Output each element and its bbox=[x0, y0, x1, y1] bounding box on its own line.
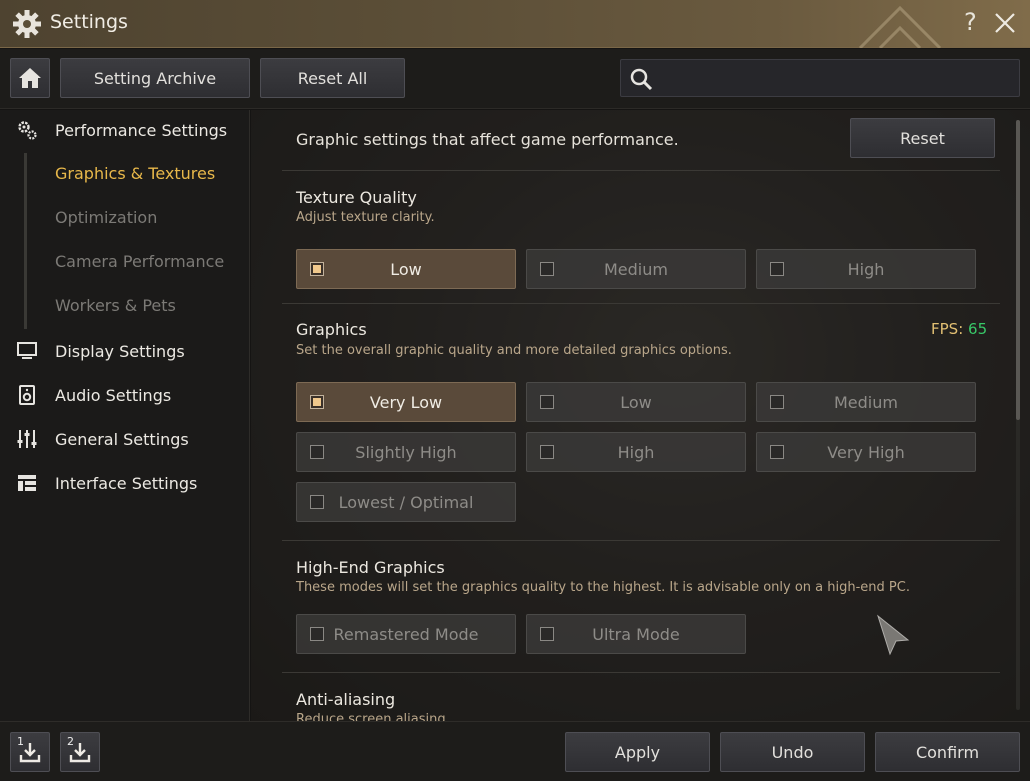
scrollbar-thumb[interactable] bbox=[1016, 120, 1020, 420]
reset-all-button[interactable]: Reset All bbox=[260, 58, 405, 98]
texture-quality-subtitle: Adjust texture clarity. bbox=[296, 210, 435, 225]
sidebar-subitem-camera-performance[interactable]: Camera Performance bbox=[55, 252, 224, 271]
option-label: Ultra Mode bbox=[592, 624, 680, 644]
option-label: High bbox=[617, 442, 655, 462]
graphics-option-very-low[interactable]: Very Low bbox=[296, 382, 516, 422]
checkbox bbox=[770, 395, 784, 409]
fps-counter: FPS: 65 bbox=[931, 320, 987, 338]
option-label: Lowest / Optimal bbox=[338, 492, 474, 512]
search-box[interactable] bbox=[620, 59, 1020, 97]
sidebar-item-label: Display Settings bbox=[55, 341, 185, 361]
high-end-graphics-title: High-End Graphics bbox=[296, 558, 445, 577]
checkbox bbox=[770, 262, 784, 276]
graphics-title: Graphics bbox=[296, 320, 367, 339]
close-icon[interactable] bbox=[992, 10, 1018, 36]
slot-number: 2 bbox=[67, 735, 74, 748]
graphics-subtitle: Set the overall graphic quality and more… bbox=[296, 343, 732, 358]
divider bbox=[282, 170, 1000, 171]
graphics-option-very-high[interactable]: Very High bbox=[756, 432, 976, 472]
sidebar-item-label: Audio Settings bbox=[55, 385, 172, 405]
graphics-option-high[interactable]: High bbox=[526, 432, 746, 472]
high-end-graphics-subtitle: These modes will set the graphics qualit… bbox=[296, 580, 910, 595]
fps-value: 65 bbox=[968, 320, 988, 338]
divider bbox=[282, 540, 1000, 541]
option-label: Low bbox=[390, 259, 422, 279]
search-icon bbox=[630, 68, 653, 91]
texture-option-high[interactable]: High bbox=[756, 249, 976, 289]
panel-description: Graphic settings that affect game perfor… bbox=[296, 130, 679, 149]
speaker-icon bbox=[19, 385, 35, 405]
checkbox bbox=[310, 395, 324, 409]
sidebar-item-label: Interface Settings bbox=[55, 473, 198, 493]
graphics-option-lowest-optimal[interactable]: Lowest / Optimal bbox=[296, 482, 516, 522]
undo-button[interactable]: Undo bbox=[720, 732, 865, 772]
checkbox bbox=[770, 445, 784, 459]
sidebar-subitem-graphics-textures[interactable]: Graphics & Textures bbox=[55, 164, 215, 183]
option-label: High bbox=[847, 259, 885, 279]
save-slot-2-button[interactable]: 2 bbox=[60, 732, 100, 772]
checkbox bbox=[540, 395, 554, 409]
checkbox bbox=[540, 627, 554, 641]
texture-option-low[interactable]: Low bbox=[296, 249, 516, 289]
option-label: Medium bbox=[604, 259, 668, 279]
home-icon bbox=[19, 68, 41, 88]
texture-quality-title: Texture Quality bbox=[296, 188, 417, 207]
ultra-mode-option[interactable]: Ultra Mode bbox=[526, 614, 746, 654]
option-label: Slightly High bbox=[355, 442, 457, 462]
slot-number: 1 bbox=[17, 735, 24, 748]
option-label: Very High bbox=[827, 442, 905, 462]
subitem-track bbox=[24, 153, 27, 329]
option-label: Remastered Mode bbox=[333, 624, 479, 644]
sidebar-item-display[interactable]: Display Settings bbox=[0, 336, 250, 366]
graphics-option-low[interactable]: Low bbox=[526, 382, 746, 422]
checkbox bbox=[310, 262, 324, 276]
sidebar-item-audio[interactable]: Audio Settings bbox=[0, 380, 250, 410]
graphics-option-medium[interactable]: Medium bbox=[756, 382, 976, 422]
setting-archive-button[interactable]: Setting Archive bbox=[60, 58, 250, 98]
sidebar-item-performance[interactable]: Performance Settings bbox=[0, 115, 250, 145]
decorative-pattern bbox=[858, 5, 942, 48]
sliders-icon bbox=[17, 430, 37, 448]
apply-button[interactable]: Apply bbox=[565, 732, 710, 772]
confirm-button[interactable]: Confirm bbox=[875, 732, 1020, 772]
sidebar-item-general[interactable]: General Settings bbox=[0, 424, 250, 454]
option-label: Very Low bbox=[369, 392, 443, 412]
divider bbox=[282, 303, 1000, 304]
sidebar-item-label: Performance Settings bbox=[55, 120, 228, 140]
option-label: Medium bbox=[834, 392, 898, 412]
checkbox bbox=[310, 627, 324, 641]
remastered-mode-option[interactable]: Remastered Mode bbox=[296, 614, 516, 654]
sidebar-subitem-optimization[interactable]: Optimization bbox=[55, 208, 157, 227]
sidebar bbox=[0, 110, 250, 721]
title-bar: Settings ? bbox=[0, 0, 1030, 48]
sidebar-subitem-workers-pets[interactable]: Workers & Pets bbox=[55, 296, 176, 315]
graphics-option-slightly-high[interactable]: Slightly High bbox=[296, 432, 516, 472]
gear-icon bbox=[13, 10, 41, 38]
checkbox bbox=[540, 262, 554, 276]
gears-icon bbox=[18, 121, 37, 140]
option-label: Low bbox=[620, 392, 652, 412]
help-button[interactable]: ? bbox=[964, 8, 977, 36]
checkbox bbox=[310, 445, 324, 459]
monitor-icon bbox=[17, 342, 37, 359]
cursor-icon bbox=[877, 614, 910, 656]
search-input[interactable] bbox=[661, 60, 1011, 96]
fps-label: FPS: bbox=[931, 320, 964, 338]
texture-option-medium[interactable]: Medium bbox=[526, 249, 746, 289]
sidebar-item-interface[interactable]: Interface Settings bbox=[0, 468, 250, 498]
bottom-bar: 1 2 Apply Undo Confirm bbox=[0, 721, 1030, 781]
layout-icon bbox=[18, 475, 36, 491]
reset-button[interactable]: Reset bbox=[850, 118, 995, 158]
toolbar: Setting Archive Reset All bbox=[0, 49, 1030, 109]
save-slot-1-button[interactable]: 1 bbox=[10, 732, 50, 772]
divider bbox=[282, 672, 1000, 673]
home-button[interactable] bbox=[10, 58, 50, 98]
anti-aliasing-title: Anti-aliasing bbox=[296, 690, 396, 709]
checkbox bbox=[310, 495, 324, 509]
window-title: Settings bbox=[50, 11, 128, 33]
sidebar-item-label: General Settings bbox=[55, 429, 189, 449]
checkbox bbox=[540, 445, 554, 459]
